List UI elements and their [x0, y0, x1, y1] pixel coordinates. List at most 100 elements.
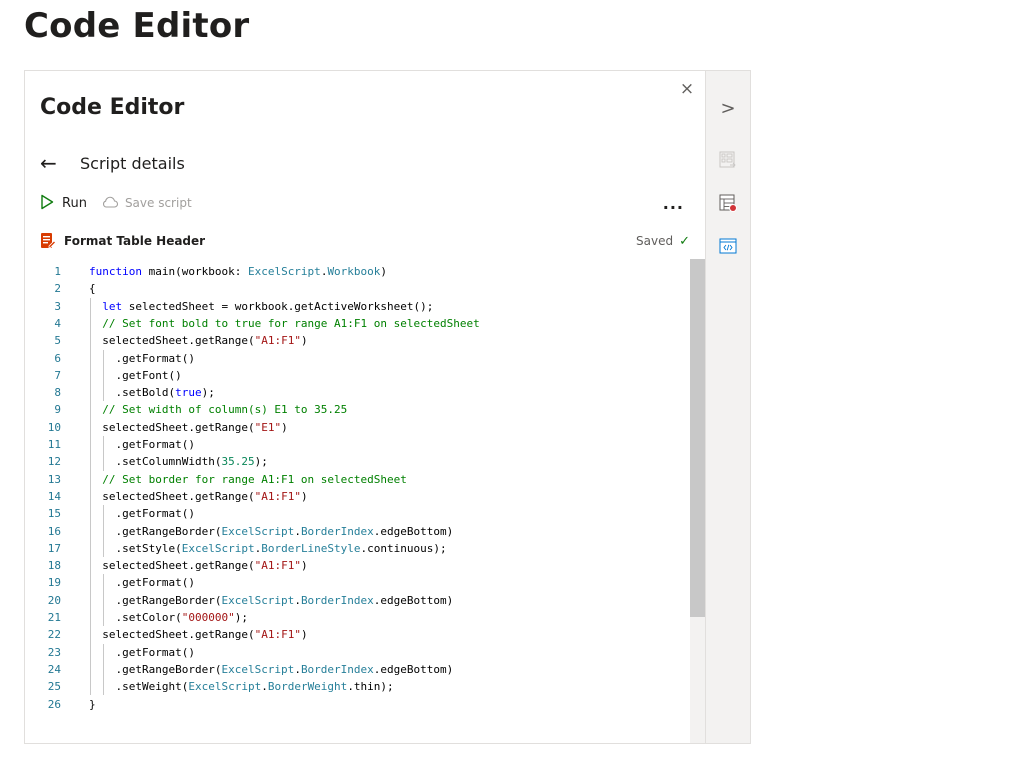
code-line[interactable]: 2{	[25, 280, 685, 297]
code-token: selectedSheet.getRange(	[89, 489, 255, 503]
save-script-button[interactable]: Save script	[101, 195, 192, 212]
code-line[interactable]: 20 .getRangeBorder(ExcelScript.BorderInd…	[25, 592, 685, 609]
toolbar: Run Save script ...	[40, 191, 690, 215]
code-line[interactable]: 24 .getRangeBorder(ExcelScript.BorderInd…	[25, 661, 685, 678]
code-token: )	[300, 559, 308, 573]
line-number: 1	[54, 265, 61, 278]
code-line[interactable]: 3 let selectedSheet = workbook.getActive…	[25, 298, 685, 315]
code-editor-tab-button[interactable]	[717, 237, 739, 259]
code-token: )	[300, 334, 308, 348]
line-number: 11	[47, 438, 61, 451]
code-line[interactable]: 13 // Set border for range A1:F1 on sele…	[25, 471, 685, 488]
code-token: selectedSheet.getRange(	[89, 559, 255, 573]
code-token: BorderWeight	[267, 680, 348, 694]
chevron-right-icon: >	[720, 97, 736, 119]
scrollbar-thumb[interactable]	[690, 259, 705, 617]
more-options-button[interactable]: ...	[663, 194, 684, 213]
code-line[interactable]: 7 .getFont()	[25, 367, 685, 384]
line-code: .getRangeBorder(ExcelScript.BorderIndex.…	[89, 592, 453, 609]
line-number: 7	[54, 368, 61, 382]
code-token: }	[89, 697, 96, 711]
script-name: Format Table Header	[64, 234, 206, 248]
code-token: BorderIndex	[300, 524, 374, 538]
code-line[interactable]: 8 .setBold(true);	[25, 384, 685, 401]
play-icon	[40, 194, 54, 213]
page-title: Code Editor	[24, 6, 250, 46]
code-line[interactable]: 23 .getFormat()	[25, 644, 685, 661]
code-token: "000000"	[181, 611, 235, 624]
code-line[interactable]: 19 .getFormat()	[25, 574, 685, 591]
code-line[interactable]: 25 .setWeight(ExcelScript.BorderWeight.t…	[25, 678, 685, 695]
code-token: "A1:F1"	[254, 334, 301, 348]
right-sidebar: >	[705, 71, 750, 743]
code-token: ExcelScript	[221, 593, 295, 607]
code-line[interactable]: 10 selectedSheet.getRange("E1")	[25, 419, 685, 436]
code-line[interactable]: 9 // Set width of column(s) E1 to 35.25	[25, 401, 685, 418]
line-number: 6	[54, 351, 61, 365]
save-label: Save script	[124, 196, 192, 210]
line-code: {	[89, 280, 96, 297]
back-arrow-icon[interactable]: ←	[40, 151, 62, 175]
line-code: selectedSheet.getRange("A1:F1")	[89, 332, 308, 349]
script-details-nav[interactable]: ← Script details	[40, 151, 185, 175]
code-line[interactable]: 12 .setColumnWidth(35.25);	[25, 453, 685, 470]
code-line[interactable]: 22 selectedSheet.getRange("A1:F1")	[25, 626, 685, 643]
saved-label: Saved	[636, 234, 674, 248]
script-grid-button[interactable]	[717, 151, 739, 173]
line-number: 20	[47, 593, 61, 607]
indent-guide	[103, 436, 105, 471]
code-line[interactable]: 1 function main(workbook: ExcelScript.Wor…	[25, 263, 685, 280]
expand-panel-button[interactable]: >	[717, 97, 739, 119]
code-line[interactable]: 18 selectedSheet.getRange("A1:F1")	[25, 557, 685, 574]
code-line[interactable]: 11 .getFormat()	[25, 436, 685, 453]
code-line[interactable]: 26}	[25, 696, 685, 713]
line-number: 23	[47, 645, 61, 659]
code-token: selectedSheet.getRange(	[89, 334, 255, 348]
code-token: ExcelScript	[221, 662, 295, 676]
record-sheet-icon	[718, 193, 738, 217]
code-token: BorderLineStyle	[261, 541, 361, 555]
run-button[interactable]: Run	[40, 194, 87, 213]
line-code: .setWeight(ExcelScript.BorderWeight.thin…	[89, 678, 393, 695]
code-token: let	[102, 299, 123, 313]
code-line[interactable]: 17 .setStyle(ExcelScript.BorderLineStyle…	[25, 540, 685, 557]
code-line[interactable]: 15 .getFormat()	[25, 505, 685, 522]
code-line[interactable]: 21 .setColor("000000");	[25, 609, 685, 626]
code-token: .	[294, 662, 301, 676]
code-editor[interactable]: 1 function main(workbook: ExcelScript.Wor…	[25, 259, 705, 743]
line-code: .setBold(true);	[89, 384, 214, 401]
code-token: BorderIndex	[300, 593, 374, 607]
code-token: );	[254, 455, 268, 469]
line-number: 24	[47, 662, 61, 676]
line-number: 2	[54, 282, 61, 296]
line-number: 26	[47, 697, 61, 711]
code-line[interactable]: 4 // Set font bold to true for range A1:…	[25, 315, 685, 332]
code-token: 35.25	[221, 455, 255, 469]
code-token: {	[89, 282, 96, 296]
code-line[interactable]: 16 .getRangeBorder(ExcelScript.BorderInd…	[25, 523, 685, 540]
record-actions-button[interactable]	[717, 194, 739, 216]
line-code: .getFormat()	[89, 644, 195, 661]
code-token: ExcelScript	[188, 680, 262, 694]
code-line[interactable]: 5 selectedSheet.getRange("A1:F1")	[25, 332, 685, 349]
line-number: 10	[47, 420, 61, 434]
code-token: "A1:F1"	[254, 559, 301, 573]
code-token: true	[175, 386, 202, 400]
line-number: 25	[47, 680, 61, 694]
line-code: selectedSheet.getRange("A1:F1")	[89, 557, 308, 574]
code-token: .setBold(	[89, 386, 176, 400]
line-code: // Set border for range A1:F1 on selecte…	[89, 471, 407, 488]
code-token: .getFormat()	[89, 645, 195, 659]
code-line[interactable]: 14 selectedSheet.getRange("A1:F1")	[25, 488, 685, 505]
close-button[interactable]: ×	[677, 79, 697, 99]
line-number: 4	[54, 316, 61, 330]
code-token: ExcelScript	[247, 265, 321, 278]
code-token: "E1"	[254, 420, 282, 434]
check-icon: ✓	[679, 233, 690, 249]
line-number: 16	[47, 524, 61, 538]
line-code: .getRangeBorder(ExcelScript.BorderIndex.…	[89, 661, 453, 678]
code-line[interactable]: 6 .getFormat()	[25, 350, 685, 367]
code-token: .edgeBottom)	[373, 524, 454, 538]
code-token: )	[300, 628, 308, 642]
code-token: // Set width of column(s) E1 to 35.25	[102, 403, 348, 417]
